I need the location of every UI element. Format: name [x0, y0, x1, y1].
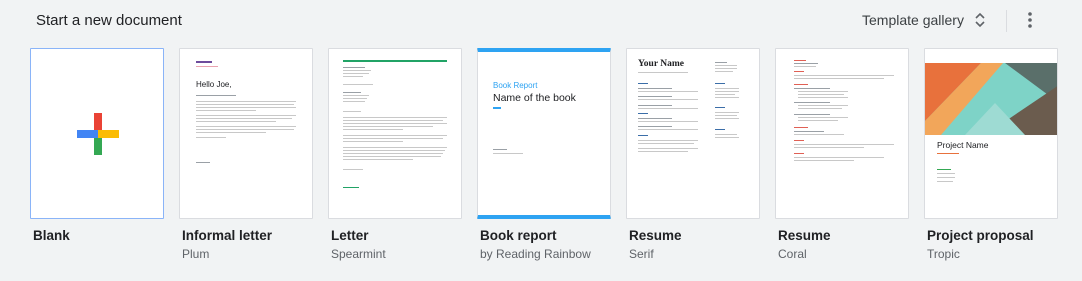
template-resume-coral[interactable]: Resume Coral: [775, 48, 909, 261]
template-informal-letter[interactable]: Hello Joe, Informal letter Plum: [179, 48, 313, 261]
template-name: Informal letter: [182, 228, 273, 243]
template-style: by Reading Rainbow: [480, 247, 591, 261]
template-style: Tropic: [927, 247, 960, 261]
preview-greeting: Hello Joe,: [196, 80, 232, 89]
template-letter[interactable]: Letter Spearmint: [328, 48, 462, 261]
template-name: Resume: [629, 228, 682, 243]
section-title: Start a new document: [36, 12, 182, 29]
preview-kicker: Book Report: [493, 81, 538, 90]
template-resume-serif[interactable]: Your Name Resume Serif: [626, 48, 760, 261]
template-style: Plum: [182, 247, 210, 261]
template-gallery-button[interactable]: Template gallery: [850, 4, 998, 36]
template-gallery-label: Template gallery: [862, 12, 964, 28]
template-thumbnail[interactable]: [30, 48, 164, 219]
template-style: Spearmint: [331, 247, 386, 261]
template-thumbnail[interactable]: Your Name: [626, 48, 760, 219]
template-thumbnail[interactable]: [775, 48, 909, 219]
template-name: Letter: [331, 228, 369, 243]
template-project-proposal[interactable]: Project Name Project proposal Tropic: [924, 48, 1058, 261]
template-name: Book report: [480, 228, 557, 243]
template-style: Coral: [778, 247, 807, 261]
preview-title: Project Name: [937, 140, 989, 150]
tropic-cover-graphic: [925, 63, 1057, 135]
template-thumbnail[interactable]: Book Report Name of the book: [477, 48, 611, 219]
unfold-more-icon: [974, 11, 986, 29]
template-book-report[interactable]: Book Report Name of the book Book report…: [477, 48, 611, 261]
more-vert-icon: [1028, 11, 1032, 33]
header: Start a new document Template gallery: [0, 0, 1082, 42]
template-blank[interactable]: Blank: [30, 48, 164, 243]
template-style: Serif: [629, 247, 654, 261]
template-thumbnail[interactable]: Hello Joe,: [179, 48, 313, 219]
google-plus-icon: [77, 113, 119, 155]
template-name: Resume: [778, 228, 831, 243]
preview-title: Name of the book: [493, 92, 576, 104]
preview-name: Your Name: [638, 59, 685, 69]
more-options-button[interactable]: [1016, 6, 1044, 38]
template-thumbnail[interactable]: Project Name: [924, 48, 1058, 219]
header-divider: [1006, 10, 1007, 32]
template-thumbnail[interactable]: [328, 48, 462, 219]
template-name: Blank: [33, 228, 70, 243]
template-name: Project proposal: [927, 228, 1034, 243]
